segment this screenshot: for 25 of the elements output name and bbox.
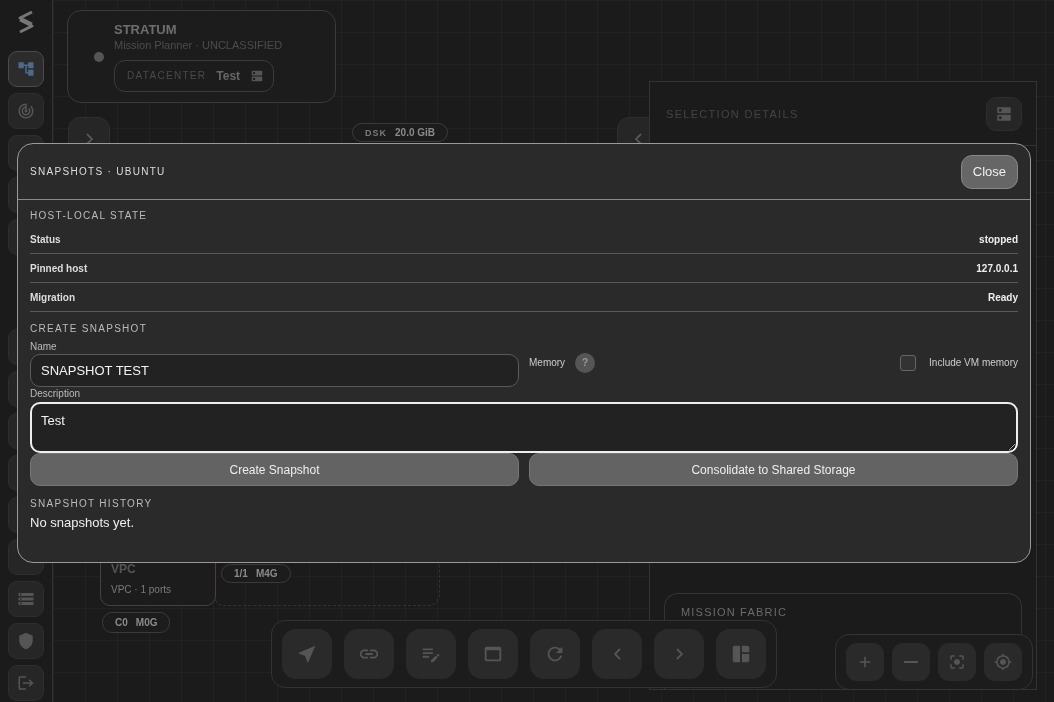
chip-value: 1/1 bbox=[234, 568, 248, 579]
section-heading: SNAPSHOT HISTORY bbox=[30, 498, 154, 509]
dialog-title: SNAPSHOTS · UBUNTU bbox=[30, 166, 166, 177]
row-label: Migration bbox=[30, 291, 75, 303]
row-label: Status bbox=[30, 233, 61, 245]
disk-label: DSK bbox=[365, 127, 387, 138]
row-label: Pinned host bbox=[30, 262, 88, 274]
disk-value: 20.0 GiB bbox=[395, 127, 436, 138]
node-subtitle: VPC · 1 ports bbox=[111, 584, 173, 595]
row-value: Ready bbox=[988, 291, 1018, 303]
section-heading: HOST-LOCAL STATE bbox=[30, 210, 149, 221]
app-title: STRATUM bbox=[114, 21, 178, 37]
checkbox-label: Include VM memory bbox=[929, 357, 1018, 368]
memory-label: Memory bbox=[529, 357, 566, 368]
node-title: VPC bbox=[111, 562, 137, 576]
datacenter-value: Test bbox=[216, 68, 241, 83]
card-title: MISSION FABRIC bbox=[681, 606, 788, 618]
chip-value: M4G bbox=[255, 568, 278, 579]
field-label: Description bbox=[30, 388, 82, 399]
section-heading: CREATE SNAPSHOT bbox=[30, 323, 149, 334]
row-value: stopped bbox=[979, 233, 1018, 245]
chip-value: M0G bbox=[135, 617, 158, 628]
field-label: Name bbox=[30, 341, 58, 352]
chip-value: C0 bbox=[115, 617, 128, 628]
row-value: 127.0.0.1 bbox=[976, 262, 1018, 274]
